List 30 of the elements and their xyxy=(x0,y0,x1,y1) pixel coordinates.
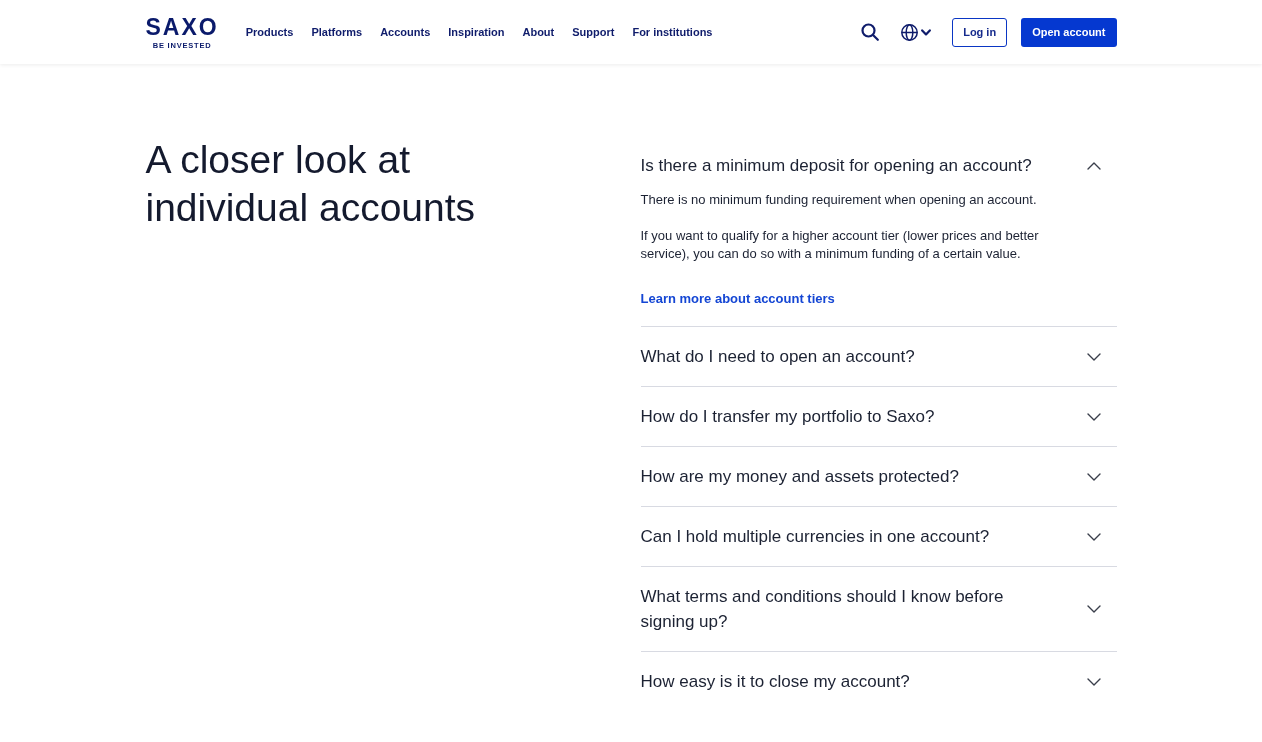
chevron-down-icon xyxy=(1086,412,1101,421)
nav-link[interactable]: Products xyxy=(245,23,294,41)
chevron-down-icon xyxy=(1086,605,1101,613)
section-title: A closer look at individual accounts xyxy=(145,137,477,231)
nav-link[interactable]: About xyxy=(522,23,555,41)
caret-icon xyxy=(921,28,932,36)
faq-question[interactable]: What do I need to open an account? xyxy=(640,327,1117,386)
search-button[interactable] xyxy=(861,23,880,41)
faq-question[interactable]: What terms and conditions should I know before signing up? xyxy=(640,567,1117,651)
chevron-down-icon xyxy=(1086,472,1101,481)
chevron-down-icon xyxy=(1086,677,1101,686)
nav-link[interactable]: Platforms xyxy=(311,23,363,41)
faq-question[interactable]: How do I transfer my portfolio to Saxo? xyxy=(640,387,1117,446)
globe-icon xyxy=(901,23,919,41)
search-icon xyxy=(861,23,880,41)
faq-question[interactable]: How are my money and assets protected? xyxy=(640,447,1117,506)
login-button[interactable]: Log in xyxy=(952,17,1008,47)
nav-link[interactable]: For institutions xyxy=(632,23,713,41)
nav-link[interactable]: Accounts xyxy=(380,23,431,41)
learn-more-link[interactable]: Learn more about account tiers xyxy=(640,290,835,308)
faq-question[interactable]: Can I hold multiple currencies in one account? xyxy=(640,507,1117,566)
nav-link[interactable]: Support xyxy=(572,23,615,41)
open-account-button[interactable]: Open account xyxy=(1021,17,1117,47)
faq-answer-text: If you want to qualify for a higher account tier (lower prices and better service), you can do so with a minimum funding of a certain value. xyxy=(640,227,1040,263)
nav-link[interactable]: Inspiration xyxy=(448,23,505,41)
chevron-down-icon xyxy=(1086,532,1101,541)
faq-question[interactable]: How easy is it to close my account? xyxy=(640,652,1117,711)
language-button[interactable] xyxy=(901,23,932,41)
chevron-down-icon xyxy=(1086,352,1101,361)
chevron-up-icon xyxy=(1086,161,1101,170)
